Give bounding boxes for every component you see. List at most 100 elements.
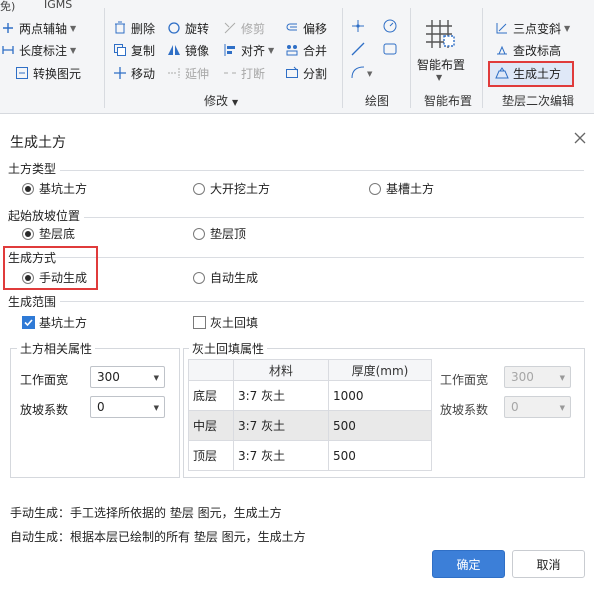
checkbox-indicator [193, 316, 206, 329]
section-title-earthwork-type: 土方类型 [8, 160, 61, 177]
material-cell[interactable]: 3:7 灰土 [233, 380, 329, 411]
align-button[interactable]: 对齐 ▼ [222, 40, 274, 60]
lime-work-width-label: 工作面宽 [440, 373, 489, 387]
work-width-label: 工作面宽 [20, 373, 69, 387]
copy-button[interactable]: 复制 [112, 40, 155, 60]
check-elevation-button[interactable]: 查改标高 [494, 40, 561, 60]
rotate-button[interactable]: 旋转 [166, 18, 209, 38]
radio-trench-earthwork[interactable]: 基槽土方 [369, 180, 434, 197]
break-icon [222, 65, 238, 81]
section-divider [10, 301, 584, 302]
chevron-down-icon: ▼ [70, 23, 77, 33]
group-label-smart-layout: 智能布置 [424, 94, 473, 108]
dimension-icon [0, 42, 16, 58]
column-header-layer [188, 359, 234, 381]
convert-element-button[interactable]: 转换图元 [14, 63, 81, 83]
slope-coef-select[interactable]: 0 ▼ [90, 396, 165, 418]
generate-earthwork-label-group: 生成土方 [494, 63, 561, 83]
radio-cushion-top[interactable]: 垫层顶 [193, 225, 246, 242]
radio-auto-generate[interactable]: 自动生成 [193, 269, 258, 286]
layer-cell: 顶层 [188, 440, 234, 471]
layer-cell: 底层 [188, 380, 234, 411]
elevation-icon [494, 42, 510, 58]
ribbon-divider [104, 8, 105, 108]
smart-layout-button[interactable]: 智能布置 ▼ [417, 16, 472, 90]
split-button[interactable]: 分割 [284, 63, 327, 83]
thickness-cell[interactable]: 500 [328, 440, 432, 471]
checkbox-lime-backfill[interactable]: 灰土回填 [193, 314, 258, 331]
extend-icon [166, 65, 182, 81]
thickness-cell[interactable]: 500 [328, 410, 432, 441]
auto-generate-note: 自动生成：根据本层已绘制的所有 垫层 图元，生成土方 [10, 530, 306, 544]
tab-igms[interactable]: IGMS [44, 0, 72, 11]
material-cell[interactable]: 3:7 灰土 [233, 410, 329, 441]
delete-button[interactable]: 删除 [112, 18, 155, 38]
section-divider [10, 217, 584, 218]
layer-cell: 中层 [188, 410, 234, 441]
table-header-row: 材料 厚度(mm) [188, 359, 432, 381]
radio-indicator [193, 271, 205, 284]
ribbon-divider [342, 8, 343, 108]
break-button[interactable]: 打断 [222, 63, 265, 83]
split-icon [284, 65, 300, 81]
confirm-button[interactable]: 确定 [432, 550, 505, 578]
material-cell[interactable]: 3:7 灰土 [233, 440, 329, 471]
manual-generate-note: 手动生成：手工选择所依据的 垫层 图元，生成土方 [10, 506, 282, 520]
section-title-generation-method: 生成方式 [8, 251, 57, 265]
merge-button[interactable]: 合并 [284, 40, 327, 60]
move-button[interactable]: 移动 [112, 63, 155, 83]
chevron-down-icon: ▼ [70, 45, 77, 55]
copy-icon [112, 42, 128, 58]
radio-open-excavation[interactable]: 大开挖土方 [193, 180, 270, 197]
draw-circle-icon[interactable] [382, 18, 398, 34]
draw-point-icon[interactable] [350, 18, 366, 34]
radio-indicator [369, 182, 381, 195]
radio-indicator [193, 182, 205, 195]
offset-button[interactable]: 偏移 [284, 18, 327, 38]
earth-props-title: 土方相关属性 [17, 340, 96, 357]
lime-layers-table: 材料 厚度(mm) 底层 3:7 灰土 1000 中层 3:7 灰土 500 顶… [188, 359, 432, 471]
checkbox-pit-earthwork[interactable]: 基坑土方 [22, 314, 87, 331]
draw-arc-icon[interactable]: ▼ [350, 64, 374, 80]
chevron-down-icon: ▼ [559, 404, 565, 412]
section-title-slope-start: 起始放坡位置 [8, 207, 85, 224]
grid-layout-icon [426, 20, 455, 48]
earthwork-icon [494, 65, 510, 81]
radio-pit-earthwork[interactable]: 基坑土方 [22, 180, 87, 197]
group-label-modify: 修改 ▼ [204, 94, 239, 108]
dialog-title: 生成土方 [10, 135, 66, 151]
lime-slope-coef-select[interactable]: 0 ▼ [504, 396, 571, 418]
radio-manual-generate[interactable]: 手动生成 [22, 269, 87, 286]
slope-coef-label: 放坡系数 [20, 403, 69, 417]
check-icon [22, 316, 35, 329]
chevron-down-icon: ▼ [153, 374, 159, 382]
cancel-button[interactable]: 取消 [512, 550, 585, 578]
close-icon[interactable] [572, 130, 588, 146]
thickness-cell[interactable]: 1000 [328, 380, 432, 411]
table-row[interactable]: 顶层 3:7 灰土 500 [188, 440, 432, 471]
ribbon-divider [482, 8, 483, 108]
lime-work-width-select[interactable]: 300 ▼ [504, 366, 571, 388]
length-dimension-button[interactable]: 长度标注 ▼ [0, 40, 76, 60]
chevron-down-icon: ▼ [559, 374, 565, 382]
draw-line-icon[interactable] [350, 41, 366, 57]
chevron-down-icon: ▼ [436, 73, 443, 82]
two-point-axis-button[interactable]: 两点辅轴 ▼ [0, 18, 76, 38]
trim-button[interactable]: 修剪 [222, 18, 265, 38]
extend-button[interactable]: 延伸 [166, 63, 209, 83]
merge-icon [284, 42, 300, 58]
work-width-select[interactable]: 300 ▼ [90, 366, 165, 388]
three-point-slope-button[interactable]: 三点变斜 ▼ [494, 18, 570, 38]
trim-icon [222, 20, 238, 36]
slope-icon [494, 20, 510, 36]
mirror-button[interactable]: 镜像 [166, 40, 209, 60]
draw-rectangle-icon[interactable] [382, 41, 398, 57]
table-row[interactable]: 底层 3:7 灰土 1000 [188, 380, 432, 411]
offset-icon [284, 20, 300, 36]
radio-cushion-bottom[interactable]: 垫层底 [22, 225, 75, 242]
table-row[interactable]: 中层 3:7 灰土 500 [188, 410, 432, 441]
column-header-material: 材料 [233, 359, 329, 381]
section-title-generation-range: 生成范围 [8, 293, 61, 310]
column-header-thickness: 厚度(mm) [328, 359, 432, 381]
tab-partial[interactable]: 免) [0, 0, 15, 14]
